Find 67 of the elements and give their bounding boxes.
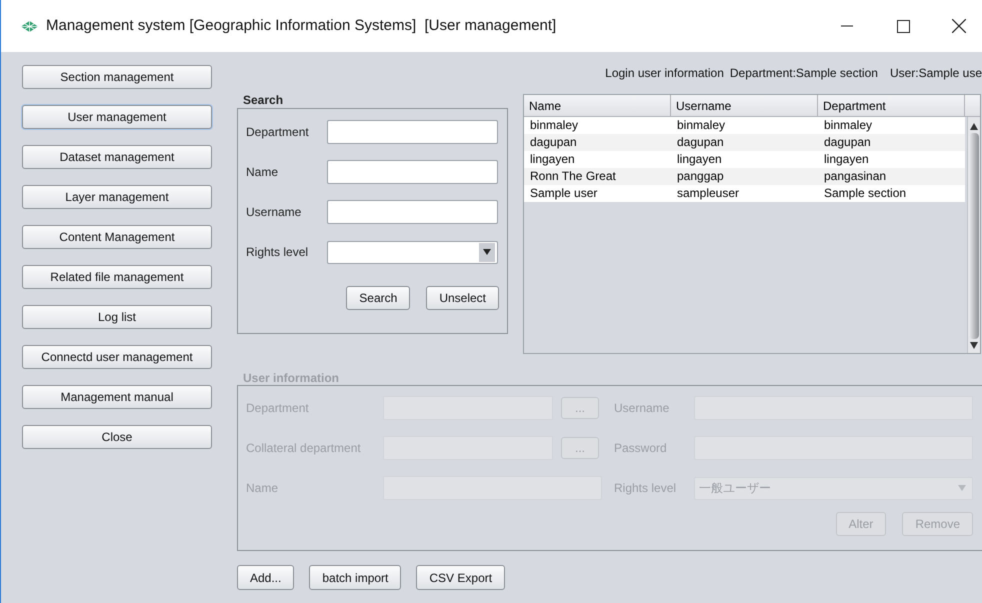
input-field[interactable]	[327, 200, 498, 224]
table-cell-text: panggap	[676, 168, 725, 185]
login-info-text: Department:Sample section	[730, 65, 878, 82]
dropdown-value: 一般ユーザー	[698, 480, 772, 497]
login-info-text: User:Sample use	[890, 65, 982, 82]
table-row[interactable]: binmaley binmaley binmaley	[524, 117, 965, 134]
sidebar-button[interactable]: Layer management	[22, 185, 212, 209]
column-header[interactable]: Name	[524, 95, 671, 117]
field-label: Department	[246, 124, 310, 141]
field-label: Name	[246, 164, 280, 181]
minimize-icon	[841, 25, 853, 27]
table-cell-text: lingayen	[676, 151, 723, 168]
field-label: Rights level	[614, 480, 678, 497]
table-cell-text: binmaley	[676, 117, 726, 134]
table-cell-text: sampleuser	[676, 185, 740, 202]
window-title: Management system [Geographic Information Systems] [User management]	[46, 16, 556, 36]
table-cell-text: Ronn The Great	[529, 168, 617, 185]
field-label: Name	[246, 480, 280, 497]
column-header[interactable]: Department	[818, 95, 965, 117]
close-icon	[952, 19, 966, 33]
field-label: Department	[246, 400, 310, 417]
rights-level-dropdown[interactable]	[327, 240, 498, 264]
table-row[interactable]: Ronn The Great panggap pangasinan	[524, 168, 965, 185]
scrollbar[interactable]	[967, 117, 980, 353]
input-field[interactable]	[327, 120, 498, 144]
app-logo-icon	[21, 20, 38, 32]
table-cell-text: dagupan	[823, 134, 872, 151]
sidebar-button[interactable]: Close	[22, 425, 212, 449]
field-label: Collateral department	[246, 440, 362, 457]
table-cell-text: Sample section	[823, 185, 908, 202]
field-label: Username	[246, 204, 302, 221]
action-button[interactable]: Add...	[237, 565, 294, 590]
sidebar-button[interactable]: Dataset management	[22, 145, 212, 169]
sidebar-button[interactable]: Management manual	[22, 385, 212, 409]
maximize-icon	[896, 20, 910, 32]
search-panel-button[interactable]: Search	[346, 286, 410, 310]
sidebar-button[interactable]: Log list	[22, 305, 212, 329]
scroll-up-icon	[970, 123, 978, 130]
search-title: Search	[243, 92, 284, 108]
login-info-text: Login user information	[605, 65, 724, 82]
table-cell-text: binmaley	[823, 117, 874, 134]
table-cell-text: binmaley	[529, 117, 580, 134]
header-corner	[965, 95, 980, 117]
action-button[interactable]: batch import	[309, 565, 402, 590]
column-header[interactable]: Username	[671, 95, 818, 117]
table-row[interactable]: lingayen lingayen lingayen	[524, 151, 965, 168]
sidebar-button[interactable]: Section management	[22, 65, 212, 89]
table-cell-text: dagupan	[529, 134, 578, 151]
sidebar-button[interactable]: Connectd user management	[22, 345, 212, 369]
table-cell-text: pangasinan	[823, 168, 888, 185]
sidebar-button[interactable]: User management	[22, 105, 212, 129]
table-cell-text: lingayen	[529, 151, 576, 168]
table-row[interactable]: dagupan dagupan dagupan	[524, 134, 965, 151]
input-field[interactable]	[327, 160, 498, 184]
field-label: Rights level	[246, 244, 310, 261]
user-info-title: User information	[243, 370, 340, 385]
search-panel-button[interactable]: Unselect	[426, 286, 499, 310]
scroll-down-icon	[970, 342, 978, 349]
field-label: Password	[614, 440, 668, 457]
table-cell-text: lingayen	[823, 151, 870, 168]
table-cell-text: Sample user	[529, 185, 598, 202]
table-cell-text: dagupan	[676, 134, 725, 151]
action-button[interactable]: CSV Export	[416, 565, 506, 590]
sidebar-button[interactable]: Related file management	[22, 265, 212, 289]
sidebar-button[interactable]: Content Management	[22, 225, 212, 249]
field-label: Username	[614, 400, 670, 417]
table-row[interactable]: Sample user sampleuser Sample section	[524, 185, 965, 202]
